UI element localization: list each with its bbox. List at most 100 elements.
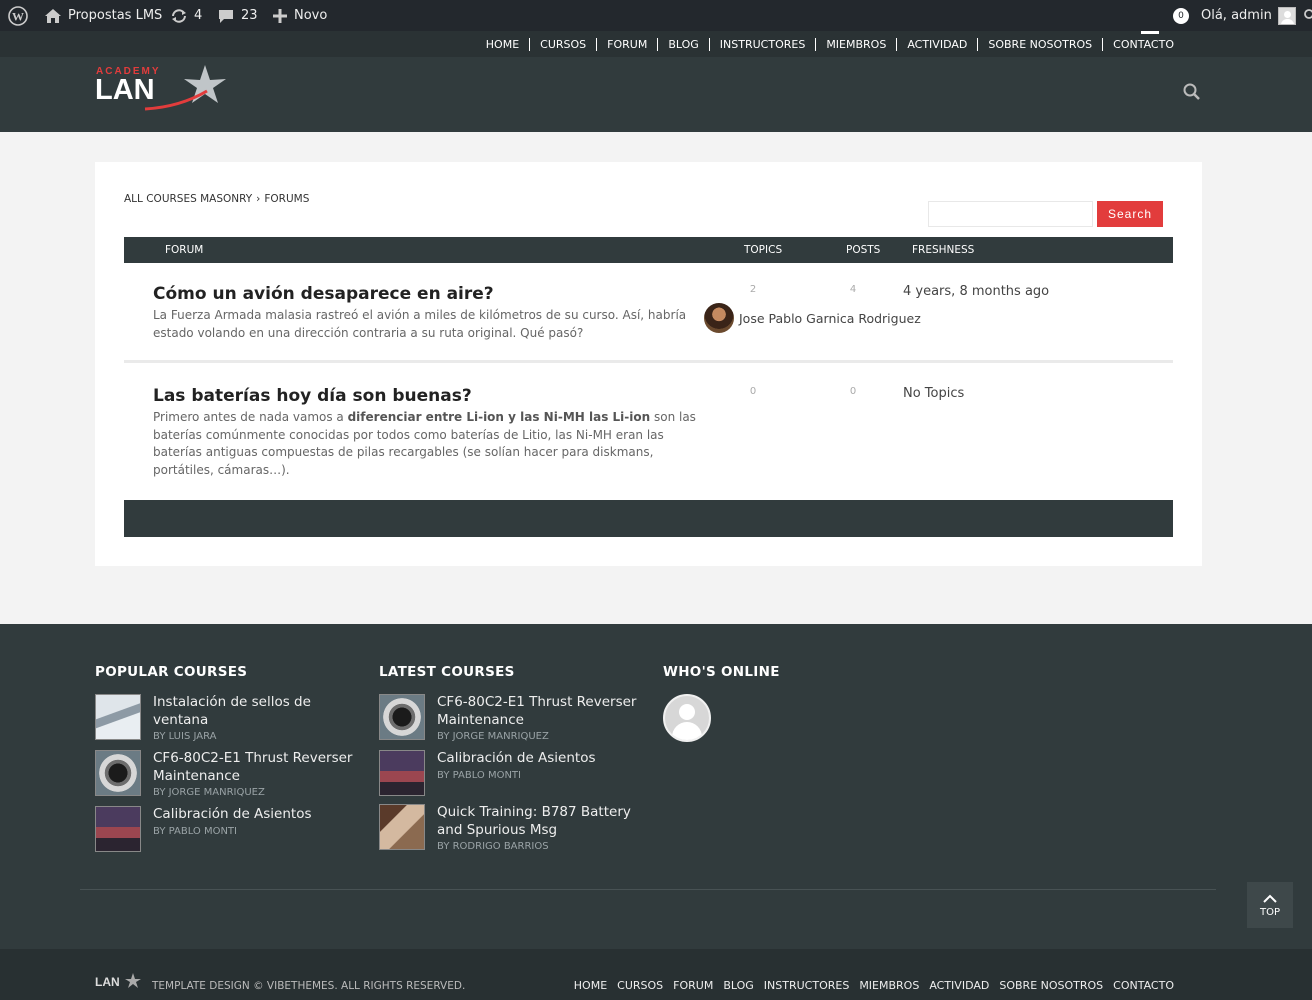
freshness-link[interactable]: 4 years, 8 months ago	[903, 284, 1049, 299]
header-search-button[interactable]	[1183, 83, 1201, 105]
avatar[interactable]	[663, 694, 711, 742]
forums-card: ALL COURSES MASONRY › FORUMS Search FORU…	[95, 162, 1202, 566]
updates-icon	[170, 8, 188, 24]
footer-nav-item[interactable]: CURSOS	[617, 979, 663, 992]
updates-link[interactable]: 4	[170, 0, 202, 31]
forum-title-link[interactable]: Cómo un avión desaparece en aire?	[153, 284, 494, 304]
new-content-link[interactable]: Novo	[272, 0, 327, 31]
course-item[interactable]: Calibración de Asientos BY PABLO MONTI	[379, 750, 639, 796]
site-name: Propostas LMS	[68, 8, 163, 23]
course-item[interactable]: Calibración de Asientos BY PABLO MONTI	[95, 806, 355, 852]
top-nav-item[interactable]: HOME	[476, 37, 531, 51]
footer-logo-text: LAN	[95, 975, 120, 989]
freshness-text: No Topics	[903, 386, 965, 401]
course-title[interactable]: Calibración de Asientos	[437, 750, 596, 768]
course-item[interactable]: CF6-80C2-E1 Thrust Reverser Maintenance B…	[95, 750, 355, 798]
site-header: HOME CURSOS FORUM BLOG INSTRUCTORES MIEMBROS A…	[0, 31, 1312, 132]
my-account-link[interactable]: Olá, admin	[1201, 0, 1296, 31]
column-freshness: FRESHNESS	[912, 244, 975, 256]
wordpress-icon: W	[8, 5, 28, 26]
top-nav-item[interactable]: SOBRE NOSOTROS	[978, 37, 1104, 51]
footer-nav-item[interactable]: CONTACTO	[1113, 979, 1174, 992]
top-nav-item[interactable]: ACTIVIDAD	[897, 37, 979, 51]
footer-logo[interactable]: LAN	[95, 972, 143, 990]
topics-count: 0	[749, 386, 757, 397]
top-nav-item[interactable]: INSTRUCTORES	[710, 37, 817, 51]
course-item[interactable]: Instalación de sellos de ventana BY LUIS …	[95, 694, 355, 742]
description-text: Primero antes de nada vamos a	[153, 410, 348, 424]
avatar	[1277, 6, 1296, 25]
forum-search-button[interactable]: Search	[1097, 201, 1163, 227]
course-title[interactable]: Calibración de Asientos	[153, 806, 312, 824]
course-thumbnail[interactable]	[379, 750, 425, 796]
breadcrumb: ALL COURSES MASONRY › FORUMS	[124, 193, 309, 205]
comments-link[interactable]: 23	[217, 0, 258, 31]
whos-online-widget: WHO'S ONLINE	[663, 664, 923, 742]
course-author: BY LUIS JARA	[153, 731, 217, 742]
home-icon	[44, 8, 62, 24]
site-footer: POPULAR COURSES Instalación de sellos de…	[0, 624, 1312, 949]
admin-search-button[interactable]	[1302, 0, 1312, 31]
footer-divider	[80, 889, 1216, 890]
author-name: Jose Pablo Garnica Rodriguez	[739, 310, 921, 326]
top-navigation: HOME CURSOS FORUM BLOG INSTRUCTORES MIEMBROS A…	[0, 31, 1312, 57]
top-nav-item[interactable]: FORUM	[597, 37, 659, 51]
forum-title-link[interactable]: Las baterías hoy día son buenas?	[153, 386, 472, 406]
footer-nav-item[interactable]: FORUM	[673, 979, 713, 992]
course-item[interactable]: CF6-80C2-E1 Thrust Reverser Maintenance B…	[379, 694, 639, 742]
course-item[interactable]: Quick Training: B787 Battery and Spuriou…	[379, 804, 639, 852]
course-author: BY PABLO MONTI	[153, 825, 237, 837]
admin-bar: W Propostas LMS 4 23 Novo 0 Olá, admin	[0, 0, 1312, 31]
breadcrumb-root[interactable]: ALL COURSES MASONRY	[124, 193, 252, 205]
course-thumbnail[interactable]	[379, 694, 425, 740]
course-thumbnail[interactable]	[95, 750, 141, 796]
course-author: BY PABLO MONTI	[437, 769, 521, 781]
footer-nav-item[interactable]: ACTIVIDAD	[929, 979, 989, 992]
posts-count: 4	[849, 284, 857, 295]
top-nav-item[interactable]: CURSOS	[530, 37, 598, 51]
notifications-count: 0	[1173, 7, 1189, 24]
breadcrumb-current: FORUMS	[264, 193, 310, 205]
forum-row: Las baterías hoy día son buenas? Primero…	[124, 366, 1173, 500]
bottom-bar: LAN TEMPLATE DESIGN © VIBETHEMES. ALL RI…	[0, 949, 1312, 1000]
site-logo[interactable]: ACADEMY LAN	[95, 63, 230, 113]
popular-courses-widget: POPULAR COURSES Instalación de sellos de…	[95, 664, 355, 860]
course-title[interactable]: Quick Training: B787 Battery and Spuriou…	[437, 804, 639, 839]
forum-table-footer	[124, 500, 1173, 537]
course-title[interactable]: CF6-80C2-E1 Thrust Reverser Maintenance	[437, 694, 639, 729]
notifications-button[interactable]: 0	[1173, 0, 1189, 31]
top-nav-item[interactable]: MIEMBROS	[816, 37, 898, 51]
course-title[interactable]: Instalación de sellos de ventana	[153, 694, 355, 729]
course-author: BY JORGE MANRIQUEZ	[153, 787, 265, 798]
footer-nav-item[interactable]: BLOG	[723, 979, 753, 992]
description-bold: diferenciar entre Li-ion y las Ni-MH las…	[347, 410, 651, 424]
footer-nav-item[interactable]: MIEMBROS	[859, 979, 919, 992]
footer-nav-item[interactable]: INSTRUCTORES	[764, 979, 850, 992]
top-nav-item[interactable]: BLOG	[658, 37, 710, 51]
back-to-top-button[interactable]: TOP	[1247, 882, 1293, 928]
new-label: Novo	[294, 8, 328, 23]
top-nav-item[interactable]: CONTACTO	[1103, 38, 1184, 51]
widget-heading: WHO'S ONLINE	[663, 664, 780, 680]
last-poster[interactable]: Jose Pablo Garnica Rodriguez	[704, 303, 921, 333]
wordpress-logo-button[interactable]: W	[8, 0, 28, 31]
svg-text:W: W	[12, 9, 24, 23]
widget-heading: POPULAR COURSES	[95, 664, 248, 680]
course-thumbnail[interactable]	[95, 694, 141, 740]
course-thumbnail[interactable]	[95, 806, 141, 852]
footer-nav-item[interactable]: HOME	[574, 979, 607, 992]
topics-count: 2	[749, 284, 757, 295]
footer-nav-item[interactable]: SOBRE NOSOTROS	[999, 979, 1103, 992]
course-thumbnail[interactable]	[379, 804, 425, 850]
comments-icon	[217, 8, 235, 24]
comments-count: 23	[241, 8, 258, 23]
site-name-link[interactable]: Propostas LMS	[44, 0, 162, 31]
breadcrumb-separator: ›	[256, 193, 261, 205]
greeting: Olá, admin	[1201, 8, 1272, 23]
course-title[interactable]: CF6-80C2-E1 Thrust Reverser Maintenance	[153, 750, 355, 785]
forum-search-input[interactable]	[928, 201, 1093, 227]
forum-description: Primero antes de nada vamos a diferencia…	[153, 409, 703, 479]
column-topics: TOPICS	[744, 244, 783, 256]
course-author: BY RODRIGO BARRIOS	[437, 841, 549, 852]
course-author: BY JORGE MANRIQUEZ	[437, 731, 549, 742]
